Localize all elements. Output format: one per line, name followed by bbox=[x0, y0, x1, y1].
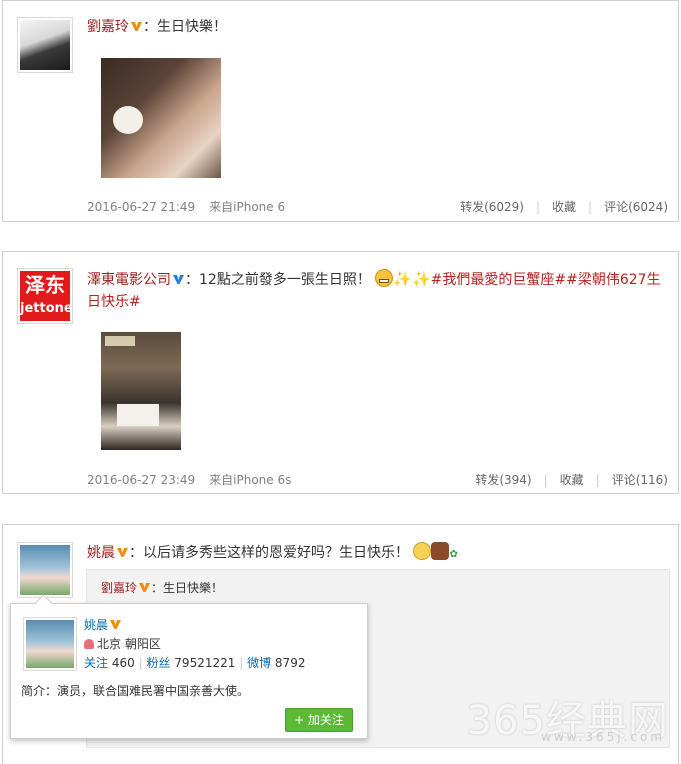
verified-blue-v-icon bbox=[173, 275, 184, 284]
profile-avatar[interactable] bbox=[23, 617, 77, 671]
user-avatar[interactable] bbox=[17, 17, 73, 73]
post-actions: 转发(394) | 收藏 | 评论(116) bbox=[475, 471, 668, 488]
post-card-1: 劉嘉玲 ：生日快樂！ 2016-06-27 21:49 来自iPhone 6 转发(… bbox=[2, 0, 679, 222]
profile-location-row: 北京 朝阳区 bbox=[84, 636, 161, 652]
divider: | bbox=[138, 656, 143, 670]
post-body: 12點之前發多一張生日照！ bbox=[199, 272, 371, 288]
verified-v-icon bbox=[131, 22, 142, 31]
topic-link[interactable]: #我們最愛的巨蟹座# bbox=[431, 272, 566, 288]
comment-button[interactable]: 评论(6024) bbox=[604, 200, 668, 214]
sparkle-icon: ✨ bbox=[411, 270, 431, 288]
post-photo[interactable] bbox=[101, 332, 181, 450]
follow-count: 460 bbox=[111, 656, 135, 670]
post-actions: 转发(6029) | 收藏 | 评论(6024) bbox=[460, 198, 668, 215]
weibo-count-link[interactable]: 微博 bbox=[247, 656, 271, 670]
divider: | bbox=[543, 473, 548, 487]
photo-egg-shape bbox=[113, 106, 143, 134]
post-source: 来自iPhone 6 bbox=[209, 200, 286, 214]
profile-location: 北京 朝阳区 bbox=[97, 637, 161, 651]
post-card-2: 泽东 jettone 澤東電影公司 ：12點之前發多一張生日照！ ✨✨#我們最愛的… bbox=[2, 251, 679, 494]
fans-count-link[interactable]: 粉丝 bbox=[146, 656, 170, 670]
separator: ： bbox=[129, 545, 143, 561]
username-link[interactable]: 姚晨 bbox=[87, 545, 115, 561]
favorite-button[interactable]: 收藏 bbox=[560, 473, 584, 487]
post-time[interactable]: 2016-06-27 21:49 bbox=[87, 200, 195, 214]
post-source: 来自iPhone 6s bbox=[209, 473, 292, 487]
follow-count-link[interactable]: 关注 bbox=[84, 656, 108, 670]
cute-face-emoji-icon bbox=[413, 542, 432, 560]
divider: | bbox=[588, 200, 593, 214]
post-time[interactable]: 2016-06-27 23:49 bbox=[87, 473, 195, 487]
verified-v-icon bbox=[139, 583, 151, 592]
post-text: 澤東電影公司 ：12點之前發多一張生日照！ ✨✨#我們最愛的巨蟹座##梁朝伟627… bbox=[87, 268, 664, 313]
leaf-icon: ✿ bbox=[449, 549, 458, 560]
profile-bio: 简介：演员，联合国难民署中国亲善大使。 bbox=[21, 684, 250, 698]
post-photo[interactable] bbox=[101, 58, 221, 178]
username-link[interactable]: 澤東電影公司 bbox=[87, 272, 171, 288]
favorite-button[interactable]: 收藏 bbox=[552, 200, 576, 214]
user-avatar[interactable] bbox=[17, 542, 73, 598]
divider: | bbox=[535, 200, 541, 214]
female-gender-icon bbox=[84, 639, 94, 649]
divider: | bbox=[239, 656, 244, 670]
avatar-logo-latin: jettone bbox=[20, 301, 73, 316]
site-watermark-url: www.365j.com bbox=[541, 730, 665, 744]
separator: ： bbox=[151, 581, 164, 595]
grin-emoji-icon bbox=[375, 269, 394, 287]
separator: ： bbox=[185, 272, 199, 288]
repost-button[interactable]: 转发(394) bbox=[475, 473, 531, 487]
post-text: 姚晨 ：以后请多秀些这样的恩爱好吗？生日快乐！ ✿ bbox=[87, 542, 664, 566]
quoted-username-link[interactable]: 劉嘉玲 bbox=[101, 581, 137, 595]
company-avatar[interactable]: 泽东 jettone bbox=[17, 268, 73, 324]
quoted-body: 生日快樂！ bbox=[163, 581, 224, 595]
comment-button[interactable]: 评论(116) bbox=[612, 473, 668, 487]
fans-count: 79521221 bbox=[174, 656, 236, 670]
separator: ： bbox=[143, 19, 157, 35]
profile-hover-card: 姚晨 北京 朝阳区 关注 460 | 粉丝 79521221 | 微博 8792… bbox=[10, 594, 368, 739]
post-meta: 2016-06-27 23:49 来自iPhone 6s bbox=[87, 471, 291, 488]
follow-button[interactable]: + 加关注 bbox=[285, 708, 353, 732]
weibo-count: 8792 bbox=[274, 656, 306, 670]
repost-button[interactable]: 转发(6029) bbox=[460, 200, 524, 214]
photo-light bbox=[105, 336, 135, 346]
profile-name-link[interactable]: 姚晨 bbox=[84, 618, 108, 632]
post-body: 以后请多秀些这样的恩爱好吗？生日快乐！ bbox=[143, 545, 409, 561]
verified-v-icon bbox=[117, 548, 128, 557]
post-meta: 2016-06-27 21:49 来自iPhone 6 bbox=[87, 198, 285, 215]
profile-name-row: 姚晨 bbox=[84, 617, 122, 633]
post-body: 生日快樂！ bbox=[157, 19, 227, 35]
post-text: 劉嘉玲 ：生日快樂！ bbox=[87, 16, 664, 38]
avatar-logo-chinese: 泽东 bbox=[25, 273, 65, 297]
quoted-text: 劉嘉玲 ：生日快樂！ bbox=[101, 579, 223, 597]
profile-stats-row: 关注 460 | 粉丝 79521221 | 微博 8792 bbox=[84, 655, 305, 671]
verified-v-icon bbox=[110, 620, 122, 629]
username-link[interactable]: 劉嘉玲 bbox=[87, 19, 129, 35]
photo-cake bbox=[117, 404, 159, 426]
divider: | bbox=[595, 473, 600, 487]
sparkle-icon: ✨ bbox=[393, 270, 412, 288]
cake-emoji-icon bbox=[431, 542, 450, 560]
